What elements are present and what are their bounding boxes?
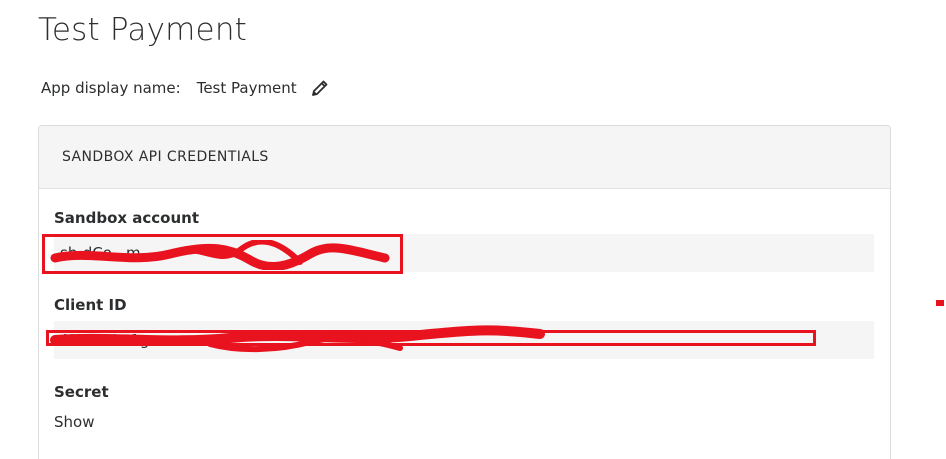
panel-header: SANDBOX API CREDENTIALS [39, 126, 890, 189]
app-display-name-label: App display name: [41, 79, 181, 97]
secret-show-link[interactable]: Show [54, 413, 94, 431]
pencil-icon[interactable] [311, 79, 329, 97]
sandbox-account-value[interactable]: sb-dCo...m [54, 234, 874, 272]
client-id-label: Client ID [54, 296, 127, 314]
sandbox-credentials-panel: SANDBOX API CREDENTIALS Sandbox account … [38, 125, 891, 459]
stray-redaction-mark [936, 300, 944, 306]
client-id-value[interactable]: AXEL...Lu1g [54, 321, 874, 359]
sandbox-account-label: Sandbox account [54, 209, 200, 227]
app-display-name-row: App display name: Test Payment [41, 79, 329, 97]
secret-label: Secret [54, 383, 109, 401]
app-display-name-value: Test Payment [196, 79, 297, 97]
page-title: Test Payment [38, 12, 248, 48]
app-details-page: Test Payment App display name: Test Paym… [0, 0, 946, 459]
